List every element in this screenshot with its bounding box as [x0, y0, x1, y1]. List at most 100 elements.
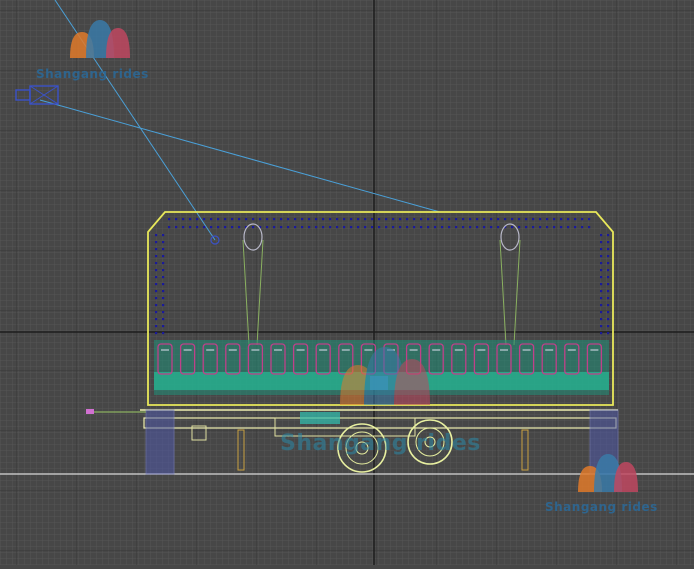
- light-dot: [155, 255, 158, 258]
- tow-hitch[interactable]: [86, 409, 94, 414]
- light-dot: [162, 304, 165, 307]
- light-dot: [329, 218, 332, 221]
- light-dot: [336, 226, 339, 229]
- light-dot: [294, 226, 297, 229]
- light-dot: [155, 311, 158, 314]
- light-dot: [588, 218, 591, 221]
- light-dot: [588, 226, 591, 229]
- light-dot: [448, 226, 451, 229]
- light-dot: [217, 218, 220, 221]
- light-dot: [210, 226, 213, 229]
- light-dot: [343, 218, 346, 221]
- light-dot: [155, 269, 158, 272]
- light-dot: [350, 218, 353, 221]
- light-dot: [155, 283, 158, 286]
- light-dot: [182, 218, 185, 221]
- light-dot: [162, 269, 165, 272]
- light-dot: [434, 226, 437, 229]
- light-dot: [182, 226, 185, 229]
- light-dot: [155, 276, 158, 279]
- light-dot: [155, 297, 158, 300]
- light-dot: [581, 226, 584, 229]
- light-dot: [600, 304, 603, 307]
- light-dot: [455, 226, 458, 229]
- light-dot: [378, 226, 381, 229]
- wireframe-canvas[interactable]: Shangang rides Shangang rides Shangang r…: [0, 0, 694, 565]
- light-dot: [476, 218, 479, 221]
- light-dot: [162, 297, 165, 300]
- light-dot: [301, 218, 304, 221]
- light-dot: [308, 226, 311, 229]
- light-dot: [560, 218, 563, 221]
- light-dot: [162, 234, 165, 237]
- light-dot: [364, 226, 367, 229]
- light-dot: [420, 218, 423, 221]
- light-dot: [600, 234, 603, 237]
- light-dot: [266, 218, 269, 221]
- light-dot: [490, 218, 493, 221]
- light-dot: [441, 218, 444, 221]
- light-dot: [532, 226, 535, 229]
- light-dot: [607, 276, 610, 279]
- light-dot: [441, 226, 444, 229]
- light-dot: [155, 234, 158, 237]
- light-dot: [392, 218, 395, 221]
- light-dot: [162, 276, 165, 279]
- light-dot: [287, 226, 290, 229]
- light-dot: [162, 332, 165, 335]
- light-dot: [399, 218, 402, 221]
- light-dot: [343, 226, 346, 229]
- light-dot: [406, 218, 409, 221]
- light-dot: [539, 226, 542, 229]
- light-dot: [155, 248, 158, 251]
- light-dot: [600, 283, 603, 286]
- light-dot: [357, 226, 360, 229]
- light-dot: [600, 262, 603, 265]
- light-dot: [483, 226, 486, 229]
- light-dot: [336, 218, 339, 221]
- light-dot: [224, 218, 227, 221]
- light-dot: [607, 325, 610, 328]
- light-dot: [315, 226, 318, 229]
- light-dot: [483, 218, 486, 221]
- light-dot: [399, 226, 402, 229]
- 3d-viewport[interactable]: Shangang rides Shangang rides Shangang r…: [0, 0, 694, 565]
- light-dot: [238, 218, 241, 221]
- light-dot: [350, 226, 353, 229]
- light-dot: [476, 226, 479, 229]
- light-dot: [315, 218, 318, 221]
- light-dot: [600, 276, 603, 279]
- light-dot: [155, 241, 158, 244]
- light-dot: [294, 218, 297, 221]
- light-dot: [600, 318, 603, 321]
- light-dot: [406, 226, 409, 229]
- light-dot: [607, 290, 610, 293]
- light-dot: [273, 218, 276, 221]
- light-dot: [539, 218, 542, 221]
- support-leg-left[interactable]: [145, 409, 175, 475]
- light-dot: [518, 226, 521, 229]
- light-dot: [469, 226, 472, 229]
- light-dot: [162, 262, 165, 265]
- light-dot: [155, 318, 158, 321]
- light-dot: [600, 248, 603, 251]
- light-dot: [322, 218, 325, 221]
- light-dot: [600, 241, 603, 244]
- watermark-text: Shangang rides: [280, 431, 481, 456]
- light-dot: [273, 226, 276, 229]
- light-dot: [217, 226, 220, 229]
- light-dot: [434, 218, 437, 221]
- light-dot: [413, 226, 416, 229]
- light-dot: [196, 226, 199, 229]
- light-dot: [378, 218, 381, 221]
- light-dot: [238, 226, 241, 229]
- light-dot: [560, 226, 563, 229]
- light-dot: [427, 226, 430, 229]
- light-dot: [162, 290, 165, 293]
- generator-unit[interactable]: [300, 412, 340, 424]
- light-dot: [600, 332, 603, 335]
- light-dot: [525, 226, 528, 229]
- light-dot: [231, 218, 234, 221]
- light-dot: [600, 290, 603, 293]
- light-dot: [168, 218, 171, 221]
